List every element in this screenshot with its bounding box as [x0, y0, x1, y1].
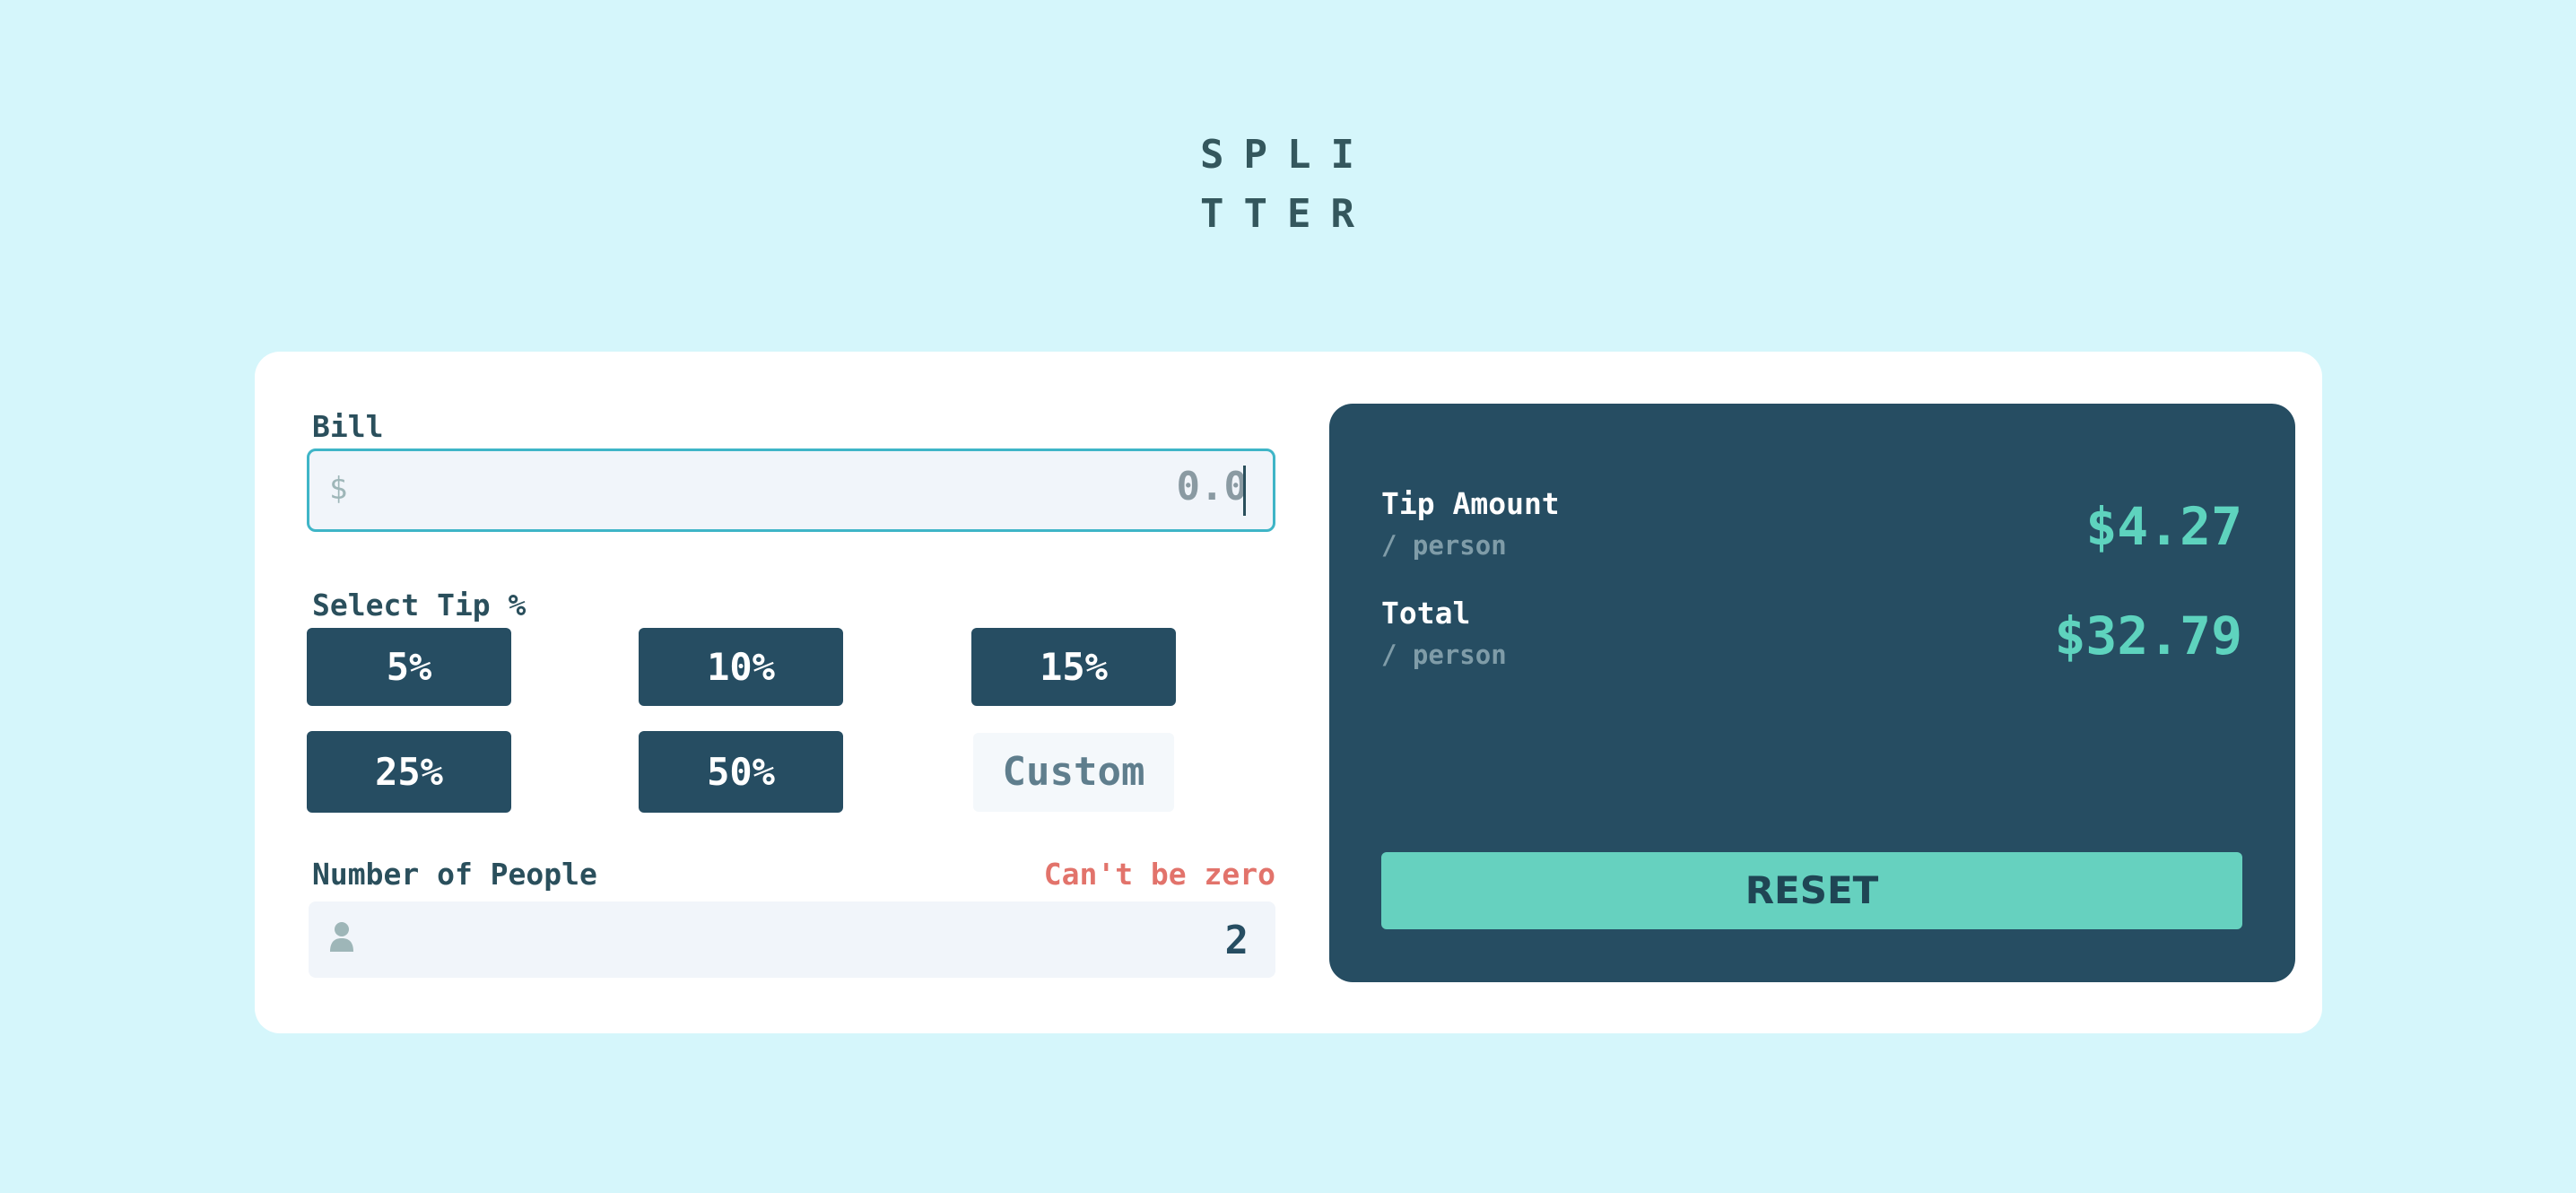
logo-line-1: SPLI: [1200, 132, 1374, 178]
bill-label: Bill: [312, 409, 384, 444]
tip-5-button[interactable]: 5%: [307, 628, 511, 706]
tip-15-button[interactable]: 15%: [971, 628, 1176, 706]
total-row: Total / person $32.79: [1381, 596, 2242, 673]
people-input-value[interactable]: 2: [1225, 918, 1249, 963]
logo-line-2: TTER: [1200, 191, 1374, 237]
number-of-people-input[interactable]: 2: [309, 901, 1275, 978]
text-caret: [1243, 466, 1246, 516]
calculator-card: Bill $ 0.0 Select Tip % 5% 10% 15% 25% 5…: [255, 352, 2322, 1033]
total-value: $32.79: [2054, 605, 2242, 666]
reset-button[interactable]: RESET: [1381, 852, 2242, 929]
tip-25-button[interactable]: 25%: [307, 731, 511, 813]
app-logo: SPLI TTER: [1175, 126, 1399, 244]
bill-input[interactable]: $ 0.0: [307, 448, 1275, 532]
results-panel: Tip Amount / person $4.27 Total / person…: [1329, 404, 2295, 982]
number-of-people-label: Number of People: [312, 857, 597, 892]
tip-amount-value: $4.27: [2085, 496, 2242, 557]
tip-10-button[interactable]: 10%: [639, 628, 843, 706]
tip-amount-row: Tip Amount / person $4.27: [1381, 486, 2242, 563]
bill-input-value[interactable]: 0.0: [1177, 464, 1248, 509]
people-error-message: Can't be zero: [1043, 857, 1275, 892]
tip-custom-input[interactable]: Custom: [973, 733, 1174, 812]
person-icon: [330, 922, 353, 952]
tip-50-button[interactable]: 50%: [639, 731, 843, 813]
dollar-icon: $: [329, 471, 348, 507]
select-tip-label: Select Tip %: [312, 588, 527, 623]
